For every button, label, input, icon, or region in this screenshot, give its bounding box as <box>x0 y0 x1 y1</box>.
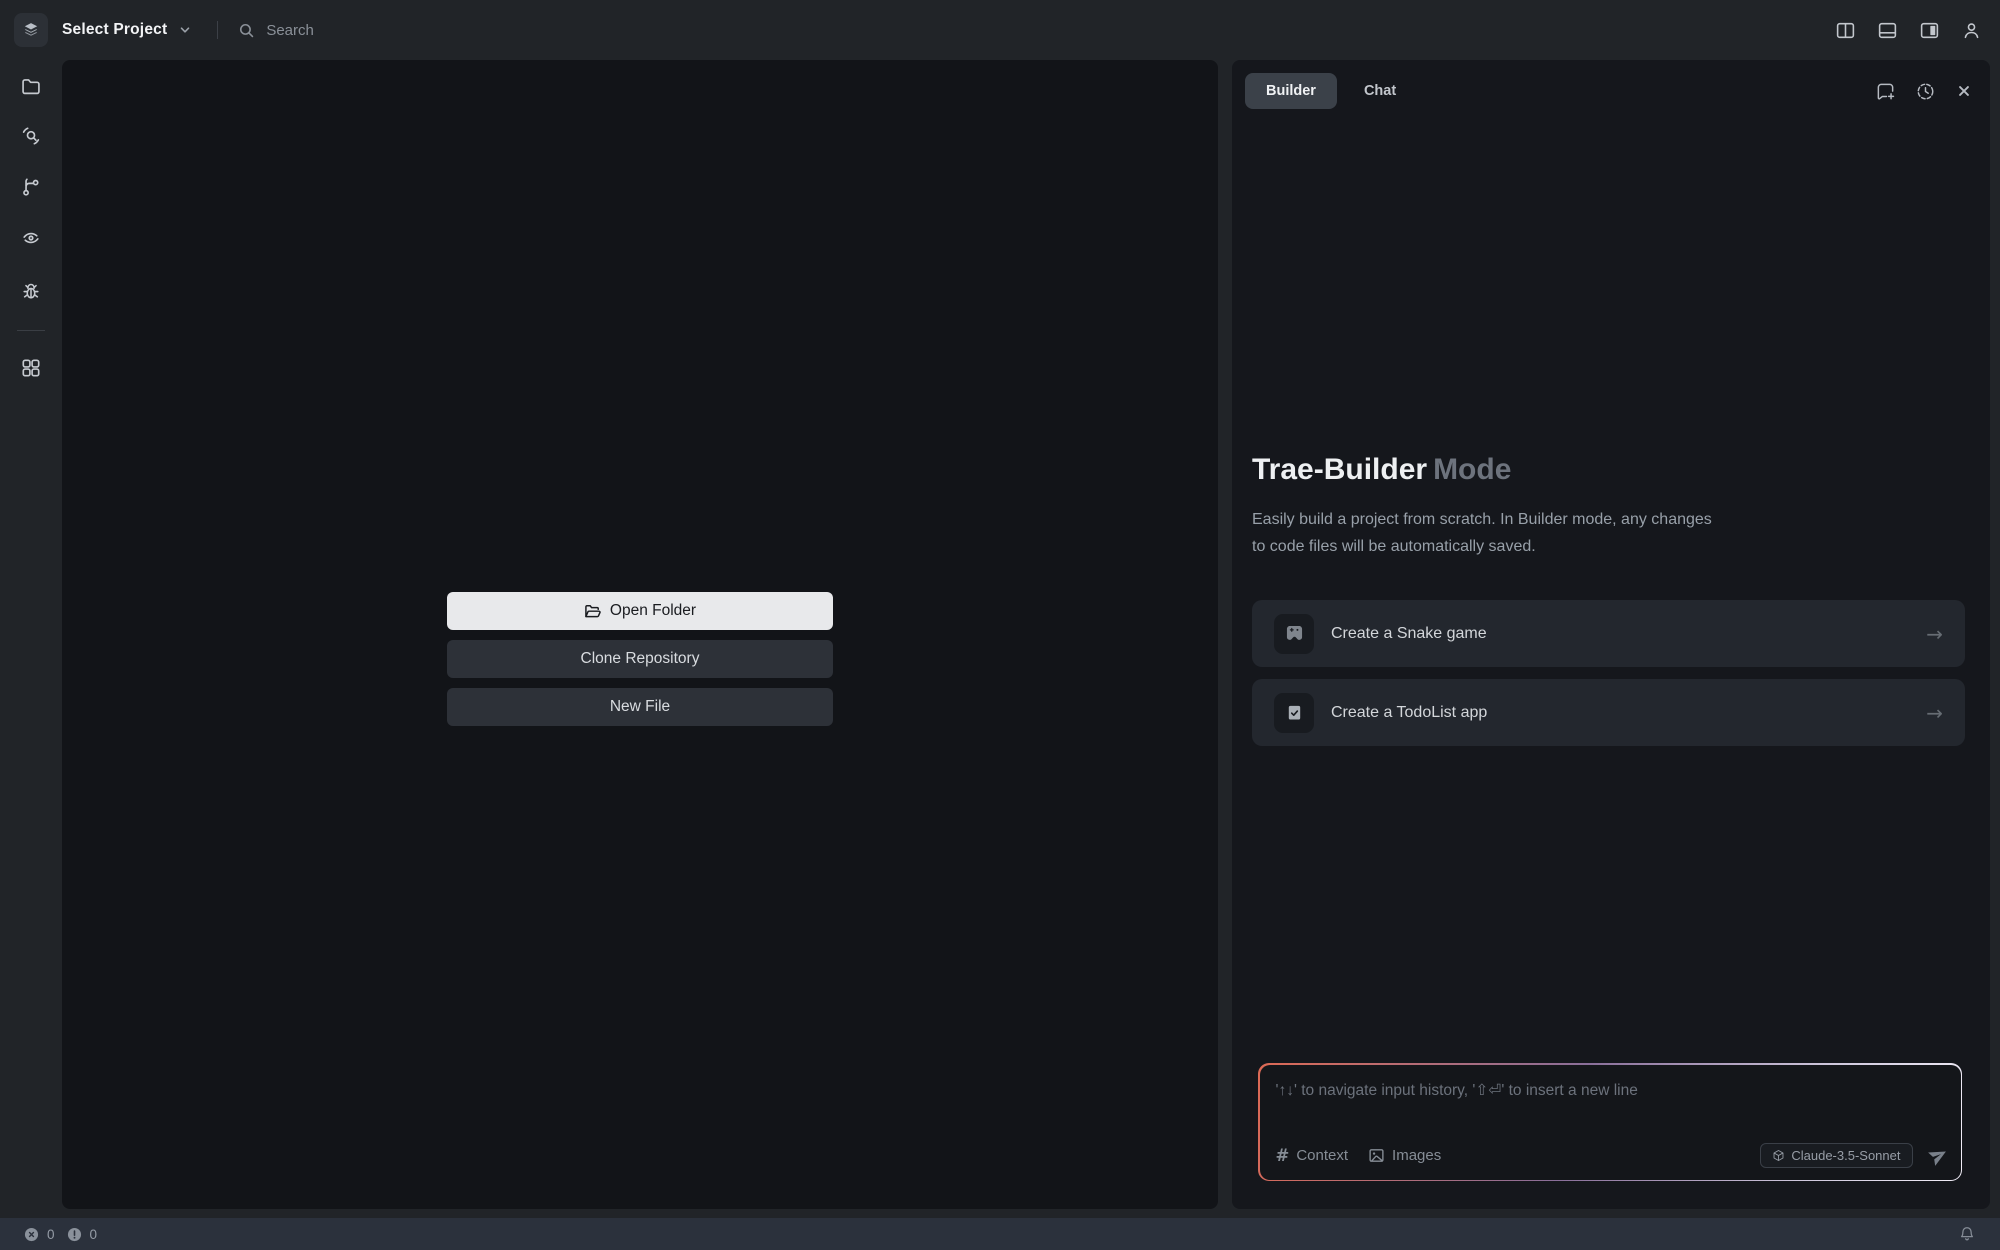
new-chat-icon[interactable] <box>1875 81 1896 102</box>
card-icon-tile <box>1274 693 1314 733</box>
extensions-grid-icon[interactable] <box>19 356 43 380</box>
search-box[interactable]: Search <box>238 22 314 39</box>
source-control-branch-icon[interactable] <box>19 175 43 199</box>
builder-intro: Trae-BuilderMode Easily build a project … <box>1252 451 1965 746</box>
preview-eye-icon[interactable] <box>19 226 43 250</box>
panel-header: Builder Chat <box>1232 60 1990 109</box>
chat-input-actions: # Context Images Claude-3 <box>1276 1143 1949 1168</box>
warning-count: 0 <box>90 1227 98 1242</box>
welcome-actions: Open Folder Clone Repository New File <box>447 592 833 726</box>
toggle-right-panel-icon[interactable] <box>1919 20 1940 41</box>
error-count: 0 <box>47 1227 55 1242</box>
clone-repository-button[interactable]: Clone Repository <box>447 640 833 678</box>
panel-title-suffix: Mode <box>1433 453 1511 486</box>
new-file-label: New File <box>610 698 670 716</box>
images-button[interactable]: Images <box>1368 1147 1441 1164</box>
explorer-folder-icon[interactable] <box>19 75 43 99</box>
project-selector-label[interactable]: Select Project <box>62 21 167 39</box>
model-selector[interactable]: Claude-3.5-Sonnet <box>1760 1143 1912 1168</box>
problems-indicator[interactable]: 0 0 <box>24 1227 101 1242</box>
context-button[interactable]: # Context <box>1276 1146 1349 1165</box>
search-icon <box>238 22 255 39</box>
arrow-right-icon: → <box>1926 701 1943 725</box>
toggle-bottom-panel-icon[interactable] <box>1877 20 1898 41</box>
search-placeholder: Search <box>266 22 314 39</box>
arrow-right-icon: → <box>1926 622 1943 646</box>
open-folder-icon <box>584 603 601 620</box>
user-account-icon[interactable] <box>1961 20 1982 41</box>
todolist-icon <box>1285 703 1304 722</box>
error-circle-icon <box>24 1227 39 1242</box>
panel-description: Easily build a project from scratch. In … <box>1252 506 1722 560</box>
quick-start-cards: Create a Snake game → Create a TodoList … <box>1252 600 1965 746</box>
gamepad-icon <box>1284 623 1305 644</box>
card-icon-tile <box>1274 614 1314 654</box>
layout-controls <box>1835 20 1982 41</box>
panel-title: Trae-BuilderMode <box>1252 451 1965 488</box>
layers-stack-icon <box>22 21 40 39</box>
panel-title-main: Trae-Builder <box>1252 453 1427 486</box>
ai-panel: Builder Chat Trae-Builde <box>1232 60 1990 1209</box>
image-icon <box>1368 1147 1385 1164</box>
editor-area: Open Folder Clone Repository New File <box>62 60 1218 1209</box>
status-bar: 0 0 <box>0 1218 2000 1250</box>
search-scope-icon[interactable] <box>19 124 43 148</box>
toggle-left-panel-icon[interactable] <box>1835 20 1856 41</box>
app-logo[interactable] <box>14 13 48 47</box>
context-label: Context <box>1296 1147 1348 1164</box>
topbar-divider <box>217 21 218 39</box>
debug-bug-icon[interactable] <box>19 280 43 304</box>
hash-icon: # <box>1276 1146 1290 1165</box>
chat-input-box: '↑↓' to navigate input history, '⇧⏎' to … <box>1260 1065 1961 1180</box>
model-cube-icon <box>1772 1149 1785 1162</box>
notifications-bell-icon[interactable] <box>1958 1225 1976 1243</box>
close-panel-icon[interactable] <box>1955 82 1973 100</box>
tab-chat[interactable]: Chat <box>1364 83 1396 99</box>
card-create-snake-game[interactable]: Create a Snake game → <box>1252 600 1965 667</box>
card-label: Create a Snake game <box>1331 625 1487 643</box>
open-folder-label: Open Folder <box>610 602 696 620</box>
chat-input-container: '↑↓' to navigate input history, '⇧⏎' to … <box>1258 1063 1962 1181</box>
card-create-todolist-app[interactable]: Create a TodoList app → <box>1252 679 1965 746</box>
panel-header-icons <box>1875 81 1973 102</box>
new-file-button[interactable]: New File <box>447 688 833 726</box>
warning-circle-icon <box>67 1227 82 1242</box>
open-folder-button[interactable]: Open Folder <box>447 592 833 630</box>
images-label: Images <box>1392 1147 1441 1164</box>
chevron-down-icon[interactable] <box>177 22 193 38</box>
history-clock-icon[interactable] <box>1915 81 1936 102</box>
card-label: Create a TodoList app <box>1331 704 1487 722</box>
clone-repository-label: Clone Repository <box>581 650 700 668</box>
chat-input[interactable]: '↑↓' to navigate input history, '⇧⏎' to … <box>1276 1081 1945 1100</box>
rail-divider <box>17 330 45 331</box>
top-bar: Select Project Search <box>0 0 2000 60</box>
send-button[interactable] <box>1928 1145 1949 1166</box>
model-name: Claude-3.5-Sonnet <box>1791 1148 1900 1163</box>
tab-builder[interactable]: Builder <box>1245 73 1337 109</box>
